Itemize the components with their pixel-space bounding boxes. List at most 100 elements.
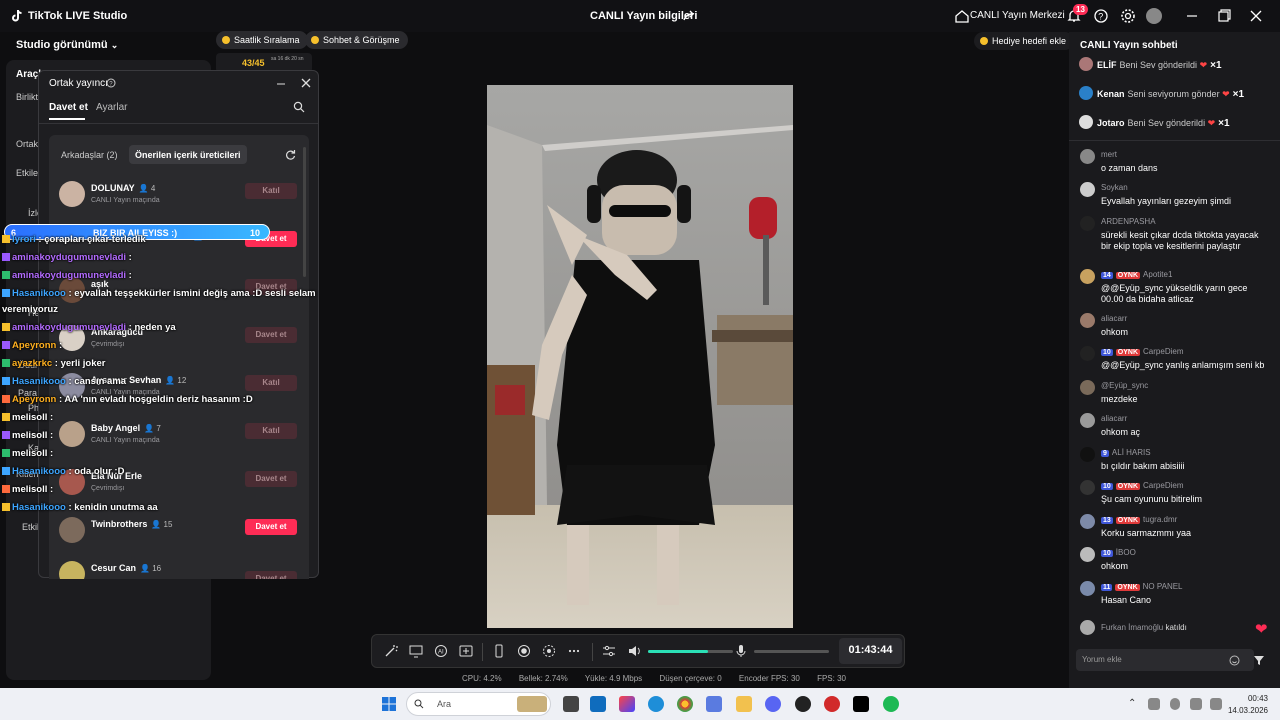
screen-share-icon[interactable] [409,644,423,658]
settings-app-icon[interactable] [706,696,722,712]
chat-username[interactable]: 13 OYNK tugra.dmr [1101,515,1177,524]
more-icon[interactable] [567,644,581,658]
minimize-icon[interactable] [276,79,286,89]
home-icon[interactable] [954,8,970,24]
minimize-icon[interactable] [1184,8,1200,24]
invite-button[interactable]: Davet et [245,571,297,579]
tray-time[interactable]: 00:43 [1222,694,1268,703]
media-app-icon[interactable] [824,696,840,712]
avatar[interactable] [1080,380,1095,395]
chat-username[interactable]: 14 OYNK Apotite1 [1101,270,1172,279]
user-badge-icon [2,503,10,511]
collab-short-label[interactable]: Ortak [16,139,38,149]
outlook-icon[interactable] [590,696,606,712]
chat-username[interactable]: Soykan [1101,183,1128,192]
obs-icon[interactable] [795,696,811,712]
mic-tray-icon[interactable] [1170,698,1180,710]
record-icon[interactable] [517,644,531,658]
close-icon[interactable] [1248,8,1264,24]
refresh-icon[interactable] [285,149,296,160]
chevron-up-icon[interactable]: ⌃ [1128,698,1136,709]
windows-start-icon[interactable] [381,696,397,712]
discord-icon[interactable] [765,696,781,712]
avatar[interactable] [1080,547,1095,562]
help-icon[interactable]: ? [1093,8,1109,24]
profile-avatar[interactable] [1146,8,1162,24]
comment-input[interactable]: Yorum ekle [1076,649,1254,671]
avatar[interactable] [1080,514,1095,529]
chat-username[interactable]: 10 OYNK CarpeDiem [1101,481,1184,490]
avatar[interactable] [1080,447,1095,462]
fps-stat: FPS: 30 [817,674,846,683]
tab-settings[interactable]: Ayarlar [96,102,128,113]
chat-username-text: aliacarr [1101,414,1128,423]
chat-username[interactable]: @Eyüp_sync [1101,381,1148,390]
overlay-chat-text: veremiyoruz [2,304,58,315]
avatar[interactable] [1080,216,1095,231]
chat-username[interactable]: aliacarr [1101,314,1127,323]
avatar[interactable] [1080,346,1095,361]
tray-date[interactable]: 14.03.2026 [1222,706,1268,715]
chat-meet-chip[interactable]: Sohbet & Görüşme [305,31,408,49]
share-icon[interactable] [682,9,696,23]
copilot-icon[interactable] [619,696,635,712]
task-view-icon[interactable] [563,696,579,712]
close-icon[interactable] [301,78,311,88]
file-explorer-icon[interactable] [736,696,752,712]
studio-view-dropdown[interactable]: Studio görünümü ⌄ [16,39,118,51]
speaker-icon[interactable] [628,644,642,658]
filter-icon[interactable] [1253,654,1265,666]
avatar[interactable] [1080,413,1095,428]
info-icon[interactable]: ? [106,78,116,88]
chat-username[interactable]: 9 ALİ HARIS [1101,448,1151,457]
overlay-chat-line: Hasanikooo : kenidin unutma aa [2,502,158,513]
gift-user: Kenan [1097,89,1125,99]
gift-goal-label: Hediye hedefi ekle [992,36,1067,46]
display-icon[interactable] [1190,698,1202,710]
magic-wand-icon[interactable] [384,644,398,658]
edge-icon[interactable] [648,696,664,712]
add-source-icon[interactable] [459,644,473,658]
chat-text: @@Eyüp_sync yükseldik yarın gece 00.00 d… [1101,283,1248,304]
overlay-chat-user: Iyrori [12,234,36,245]
avatar[interactable] [1080,480,1095,495]
live-center-link[interactable]: CANLI Yayın Merkezi [970,10,1065,21]
settings-gear-icon[interactable] [1120,8,1136,24]
chat-username[interactable]: ARDENPASHA [1101,217,1156,226]
avatar[interactable] [1080,182,1095,197]
mic-volume-slider[interactable] [754,650,829,653]
tiktok-app-icon[interactable] [853,696,869,712]
search-icon[interactable] [293,101,305,113]
search-highlight-icon[interactable] [517,696,547,712]
chat-username[interactable]: 10 OYNK CarpeDiem [1101,347,1184,356]
ai-icon[interactable]: AI [434,644,448,658]
chrome-icon[interactable] [677,696,693,712]
heart-icon[interactable]: ❤ [1255,620,1268,638]
spotify-icon[interactable] [883,696,899,712]
emoji-icon[interactable] [1229,655,1240,666]
chat-username[interactable]: mert [1101,150,1117,159]
segment-friends[interactable]: Arkadaşlar (2) [55,145,124,164]
audio-mixer-icon[interactable] [602,644,616,658]
chat-username[interactable]: aliacarr [1101,414,1127,423]
avatar[interactable] [1080,581,1095,596]
avatar[interactable] [1080,149,1095,164]
camera-focus-icon[interactable] [542,644,556,658]
gift-user: Jotaro [1097,118,1125,128]
network-icon[interactable] [1148,698,1160,710]
gift-goal-chip[interactable]: Hediye hedefi ekle [974,32,1075,50]
avatar[interactable] [1080,313,1095,328]
avatar[interactable] [1080,269,1095,284]
volume-tray-icon[interactable] [1210,698,1222,710]
microphone-icon[interactable] [734,644,748,658]
volume-slider[interactable] [648,650,733,653]
phone-icon[interactable] [492,644,506,658]
chat-username[interactable]: 10 İBOO [1101,548,1136,557]
segment-suggested[interactable]: Önerilen içerik üreticileri [129,145,247,164]
effects-label: Etkile [16,168,39,178]
join-button[interactable]: Katıl [245,183,297,199]
tab-invite[interactable]: Davet et [49,102,88,113]
chat-username[interactable]: 11 OYNK NO PANEL [1101,582,1183,591]
hourly-ranking-chip[interactable]: Saatlik Sıralama [216,31,308,49]
maximize-icon[interactable] [1216,8,1232,24]
